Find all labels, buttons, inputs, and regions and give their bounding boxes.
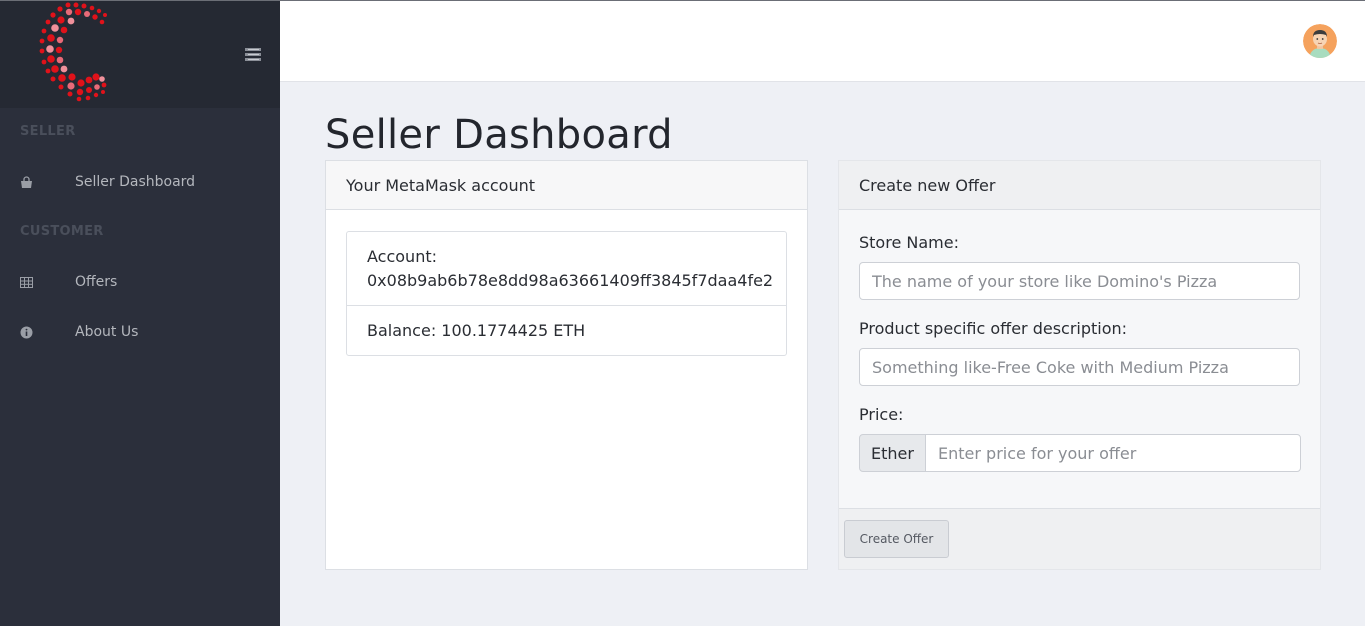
- account-label: Account:: [367, 247, 437, 266]
- shopping-bag-icon: [20, 175, 33, 189]
- nav-section-seller: SELLER: [20, 124, 76, 139]
- offer-description-input[interactable]: [859, 348, 1300, 386]
- description-label: Product specific offer description:: [859, 319, 1128, 338]
- sidebar-item-about-us[interactable]: About Us: [0, 312, 280, 352]
- sidebar: SELLER Seller Dashboard CUSTOMER Offers …: [0, 0, 280, 626]
- account-item: Account: 0x08b9ab6b78e8dd98a63661409ff38…: [347, 232, 786, 305]
- store-name-label: Store Name:: [859, 233, 959, 252]
- info-circle-icon: [20, 326, 33, 339]
- sidebar-item-seller-dashboard[interactable]: Seller Dashboard: [0, 162, 280, 202]
- table-icon: [20, 276, 33, 289]
- card-header: Your MetaMask account: [326, 161, 807, 210]
- sidebar-item-label: Seller Dashboard: [75, 174, 196, 190]
- card-footer: Create Offer: [839, 508, 1320, 569]
- top-navbar: [280, 0, 1365, 82]
- user-avatar-icon[interactable]: [1303, 24, 1337, 58]
- account-details-list: Account: 0x08b9ab6b78e8dd98a63661409ff38…: [346, 231, 787, 356]
- price-input[interactable]: [925, 434, 1301, 472]
- sidebar-header: [0, 0, 280, 108]
- page-title: Seller Dashboard: [325, 112, 673, 158]
- sidebar-item-offers[interactable]: Offers: [0, 262, 280, 302]
- account-address: 0x08b9ab6b78e8dd98a63661409ff3845f7daa4f…: [367, 271, 774, 290]
- store-name-input[interactable]: [859, 262, 1300, 300]
- sidebar-item-label: About Us: [75, 324, 139, 340]
- sidebar-item-label: Offers: [75, 274, 118, 290]
- nav-section-customer: CUSTOMER: [20, 224, 104, 239]
- hamburger-menu-icon[interactable]: [245, 47, 261, 62]
- price-label: Price:: [859, 405, 904, 424]
- balance-item: Balance: 100.1774425 ETH: [347, 305, 786, 355]
- card-header: Create new Offer: [839, 161, 1320, 210]
- create-offer-card: Create new Offer Store Name: Product spe…: [838, 160, 1321, 570]
- currency-addon: Ether: [859, 434, 926, 472]
- metamask-account-card: Your MetaMask account Account: 0x08b9ab6…: [325, 160, 808, 570]
- price-input-group: Ether: [859, 434, 1301, 472]
- create-offer-button[interactable]: Create Offer: [844, 520, 949, 558]
- brand-logo[interactable]: [22, 1, 114, 103]
